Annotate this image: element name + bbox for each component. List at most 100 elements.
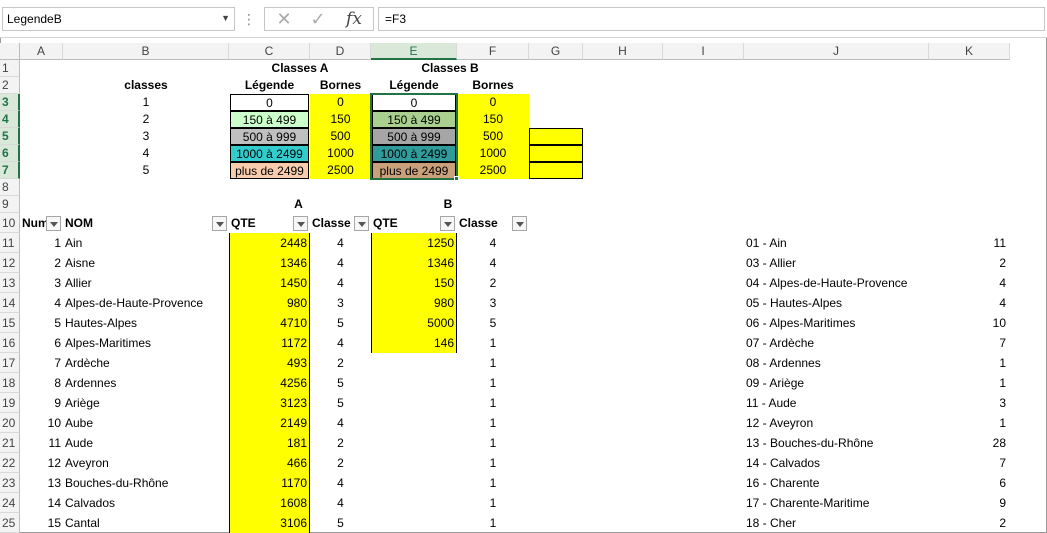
column-header-h[interactable]: H (583, 43, 663, 60)
legend-a-cell[interactable]: 0 (230, 94, 309, 111)
row-header-19[interactable]: 19 (0, 393, 20, 413)
row-num[interactable]: 6 (20, 333, 63, 353)
department-name[interactable]: 18 - Cher (744, 513, 929, 533)
row-header-13[interactable]: 13 (0, 273, 20, 293)
department-name[interactable]: 01 - Ain (744, 233, 929, 253)
class-number[interactable]: 4 (63, 145, 229, 162)
row-num[interactable]: 14 (20, 493, 63, 513)
row-header-1[interactable]: 1 (0, 60, 20, 77)
legend-a-cell[interactable]: 150 à 499 (230, 111, 309, 128)
row-nom[interactable]: Cantal (63, 513, 229, 533)
bornes-a-header[interactable]: Bornes (310, 77, 371, 94)
classe-a-cell[interactable]: 4 (310, 273, 371, 293)
row-num[interactable]: 3 (20, 273, 63, 293)
department-count[interactable]: 7 (929, 453, 1010, 473)
filter-dropdown-icon[interactable] (293, 216, 308, 231)
row-header-20[interactable]: 20 (0, 413, 20, 433)
classe-b-cell[interactable]: 3 (457, 293, 529, 313)
insert-function-icon[interactable]: fx (339, 9, 369, 29)
classe-b-cell[interactable]: 1 (457, 333, 529, 353)
row-header-25[interactable]: 25 (0, 513, 20, 533)
classe-b-cell[interactable]: 1 (457, 473, 529, 493)
classe-a-cell[interactable]: 4 (310, 413, 371, 433)
classe-b-cell[interactable]: 1 (457, 453, 529, 473)
bornes-b-header[interactable]: Bornes (457, 77, 529, 94)
department-name[interactable]: 05 - Hautes-Alpes (744, 293, 929, 313)
qte-b-cell[interactable]: 5000 (371, 313, 457, 333)
row-num[interactable]: 4 (20, 293, 63, 313)
filter-dropdown-icon[interactable] (354, 216, 369, 231)
row-nom[interactable]: Aisne (63, 253, 229, 273)
filter-dropdown-icon[interactable] (512, 216, 527, 231)
row-nom[interactable]: Calvados (63, 493, 229, 513)
row-num[interactable]: 11 (20, 433, 63, 453)
row-nom[interactable]: Hautes-Alpes (63, 313, 229, 333)
row-header-3[interactable]: 3 (0, 94, 20, 111)
classes-b-title[interactable]: Classes B (371, 60, 529, 77)
row-nom[interactable]: Aube (63, 413, 229, 433)
column-header-i[interactable]: I (663, 43, 744, 60)
department-count[interactable]: 2 (929, 513, 1010, 533)
department-count[interactable]: 2 (929, 253, 1010, 273)
department-name[interactable]: 08 - Ardennes (744, 353, 929, 373)
qte-a-cell[interactable]: 1346 (229, 253, 310, 273)
department-count[interactable]: 10 (929, 313, 1010, 333)
row-nom[interactable]: Ardennes (63, 373, 229, 393)
department-name[interactable]: 13 - Bouches-du-Rhône (744, 433, 929, 453)
department-count[interactable]: 6 (929, 473, 1010, 493)
classe-a-cell[interactable]: 5 (310, 313, 371, 333)
class-number[interactable]: 5 (63, 162, 229, 179)
row-nom[interactable]: Alpes-Maritimes (63, 333, 229, 353)
bornes-a-cell[interactable]: 1000 (310, 145, 371, 162)
qte-b-cell[interactable]: 1250 (371, 233, 457, 253)
name-box[interactable]: LegendeB ▼ (2, 7, 235, 31)
row-nom[interactable]: Ariège (63, 393, 229, 413)
bornes-b-cell[interactable]: 150 (457, 111, 529, 128)
classe-b-cell[interactable]: 4 (457, 233, 529, 253)
bornes-a-cell[interactable]: 150 (310, 111, 371, 128)
qte-a-cell[interactable]: 466 (229, 453, 310, 473)
classe-b-cell[interactable]: 4 (457, 253, 529, 273)
filter-dropdown-icon[interactable] (212, 216, 227, 231)
department-count[interactable]: 4 (929, 293, 1010, 313)
qte-b-cell[interactable]: 146 (371, 333, 457, 353)
department-name[interactable]: 16 - Charente (744, 473, 929, 493)
qte-a-cell[interactable]: 4256 (229, 373, 310, 393)
row-nom[interactable]: Ain (63, 233, 229, 253)
row-nom[interactable]: Bouches-du-Rhône (63, 473, 229, 493)
column-header-k[interactable]: K (929, 43, 1010, 60)
bornes-b-cell[interactable]: 1000 (457, 145, 529, 162)
fill-handle[interactable] (454, 176, 459, 181)
bornes-a-cell[interactable]: 500 (310, 128, 371, 145)
classe-a-cell[interactable]: 5 (310, 393, 371, 413)
department-name[interactable]: 17 - Charente-Maritime (744, 493, 929, 513)
department-name[interactable]: 06 - Alpes-Maritimes (744, 313, 929, 333)
filter-dropdown-icon[interactable] (46, 216, 61, 231)
row-num[interactable]: 7 (20, 353, 63, 373)
department-count[interactable]: 9 (929, 493, 1010, 513)
qte-a-cell[interactable]: 1172 (229, 333, 310, 353)
department-count[interactable]: 1 (929, 373, 1010, 393)
qte-b-cell[interactable]: 150 (371, 273, 457, 293)
department-count[interactable]: 1 (929, 413, 1010, 433)
row-header-23[interactable]: 23 (0, 473, 20, 493)
row-nom[interactable]: Aude (63, 433, 229, 453)
row-header-6[interactable]: 6 (0, 145, 20, 162)
row-num[interactable]: 9 (20, 393, 63, 413)
qte-a-cell[interactable]: 1170 (229, 473, 310, 493)
classe-a-cell[interactable]: 3 (310, 293, 371, 313)
row-header-17[interactable]: 17 (0, 353, 20, 373)
department-name[interactable]: 04 - Alpes-de-Haute-Provence (744, 273, 929, 293)
row-nom[interactable]: Ardèche (63, 353, 229, 373)
classe-b-cell[interactable]: 1 (457, 373, 529, 393)
classe-b-cell[interactable]: 1 (457, 513, 529, 533)
row-header-15[interactable]: 15 (0, 313, 20, 333)
classes-label[interactable]: classes (63, 77, 229, 94)
row-header-12[interactable]: 12 (0, 253, 20, 273)
row-num[interactable]: 15 (20, 513, 63, 533)
chevron-down-icon[interactable]: ▼ (221, 13, 230, 23)
classe-b-cell[interactable]: 1 (457, 493, 529, 513)
classe-b-cell[interactable]: 1 (457, 413, 529, 433)
column-header-b[interactable]: B (63, 43, 229, 60)
select-all-corner[interactable] (0, 43, 20, 60)
